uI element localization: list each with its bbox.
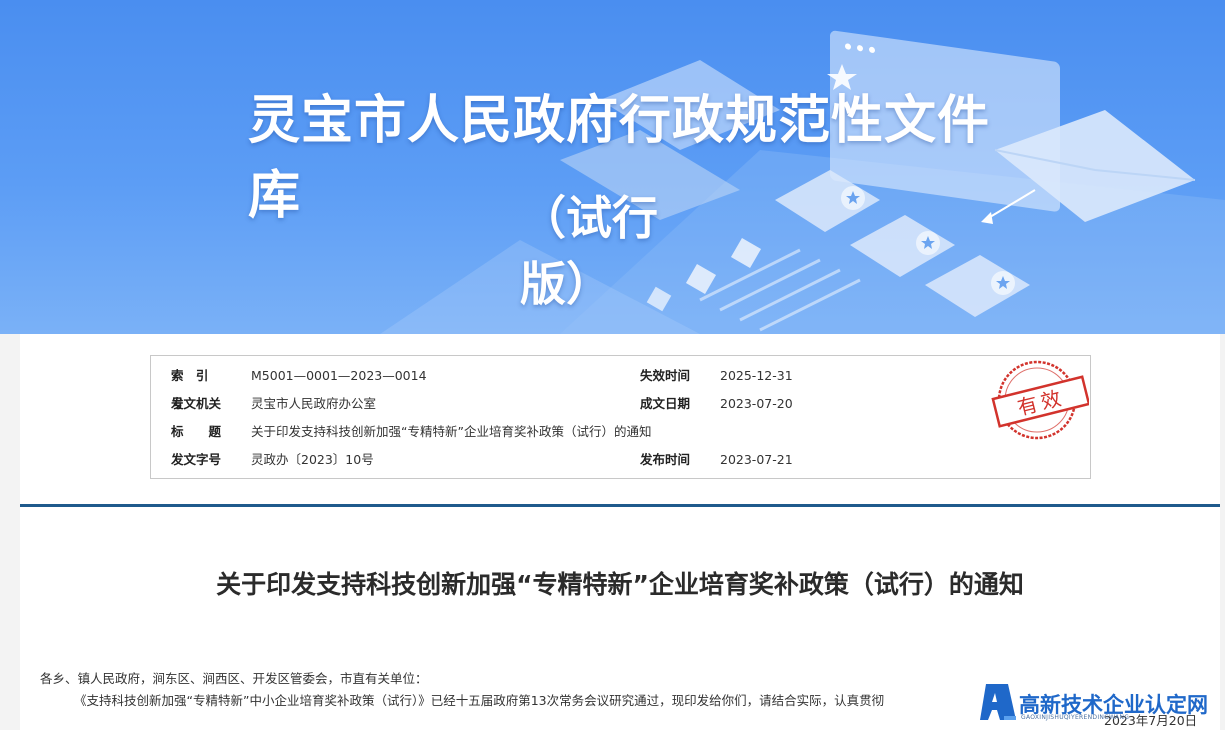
valid-stamp: 有效 (991, 360, 1089, 440)
issuer-value: 灵宝市人民政府办公室 (251, 396, 377, 411)
info-row-index: 索 引 号 M5001—0001—2023—0014 失效时间 2025-12-… (151, 362, 1090, 411)
right-margin (1220, 334, 1225, 730)
expire-value: 2025-12-31 (720, 368, 793, 383)
document-info-table: 索 引 号 M5001—0001—2023—0014 失效时间 2025-12-… (150, 355, 1091, 479)
info-row-issuer: 发文机关 灵宝市人民政府办公室 成文日期 2023-07-20 (151, 390, 1090, 418)
watermark-logo-icon (980, 684, 1016, 720)
site-watermark: 高新技术企业认定网 GAOXINJISHUQIYERENDINGWANG (978, 680, 1225, 730)
title-value: 关于印发支持科技创新加强“专精特新”企业培育奖补政策（试行）的通知 (251, 424, 652, 439)
document-body: 《支持科技创新加强“专精特新”中小企业培育奖补政策（试行）》已经十五届政府第13… (74, 693, 885, 708)
banner-subtitle: （试行版） (520, 191, 658, 311)
section-divider (20, 504, 1220, 507)
left-margin (0, 334, 20, 730)
made-date-value: 2023-07-20 (720, 396, 793, 411)
title-label: 标 题 (171, 424, 222, 439)
made-date-label: 成文日期 (640, 396, 691, 411)
publish-value: 2023-07-21 (720, 452, 793, 467)
docno-label: 发文字号 (171, 452, 222, 467)
docno-value: 灵政办〔2023〕10号 (251, 452, 374, 467)
issuer-label: 发文机关 (171, 396, 222, 411)
info-row-title: 标 题 关于印发支持科技创新加强“专精特新”企业培育奖补政策（试行）的通知 (151, 418, 1090, 446)
document-salutation: 各乡、镇人民政府，涧东区、涧西区、开发区管委会，市直有关单位： (40, 671, 428, 686)
stamp-text: 有效 (1015, 385, 1067, 420)
expire-label: 失效时间 (640, 368, 691, 383)
info-row-docno: 发文字号 灵政办〔2023〕10号 发布时间 2023-07-21 (151, 446, 1090, 474)
header-banner: 灵宝市人民政府行政规范性文件库 （试行版） (0, 0, 1225, 334)
index-value: M5001—0001—2023—0014 (251, 368, 427, 383)
publish-label: 发布时间 (640, 452, 691, 467)
watermark-subtext: GAOXINJISHUQIYERENDINGWANG (1021, 714, 1130, 721)
document-title: 关于印发支持科技创新加强“专精特新”企业培育奖补政策（试行）的通知 (216, 570, 1024, 599)
